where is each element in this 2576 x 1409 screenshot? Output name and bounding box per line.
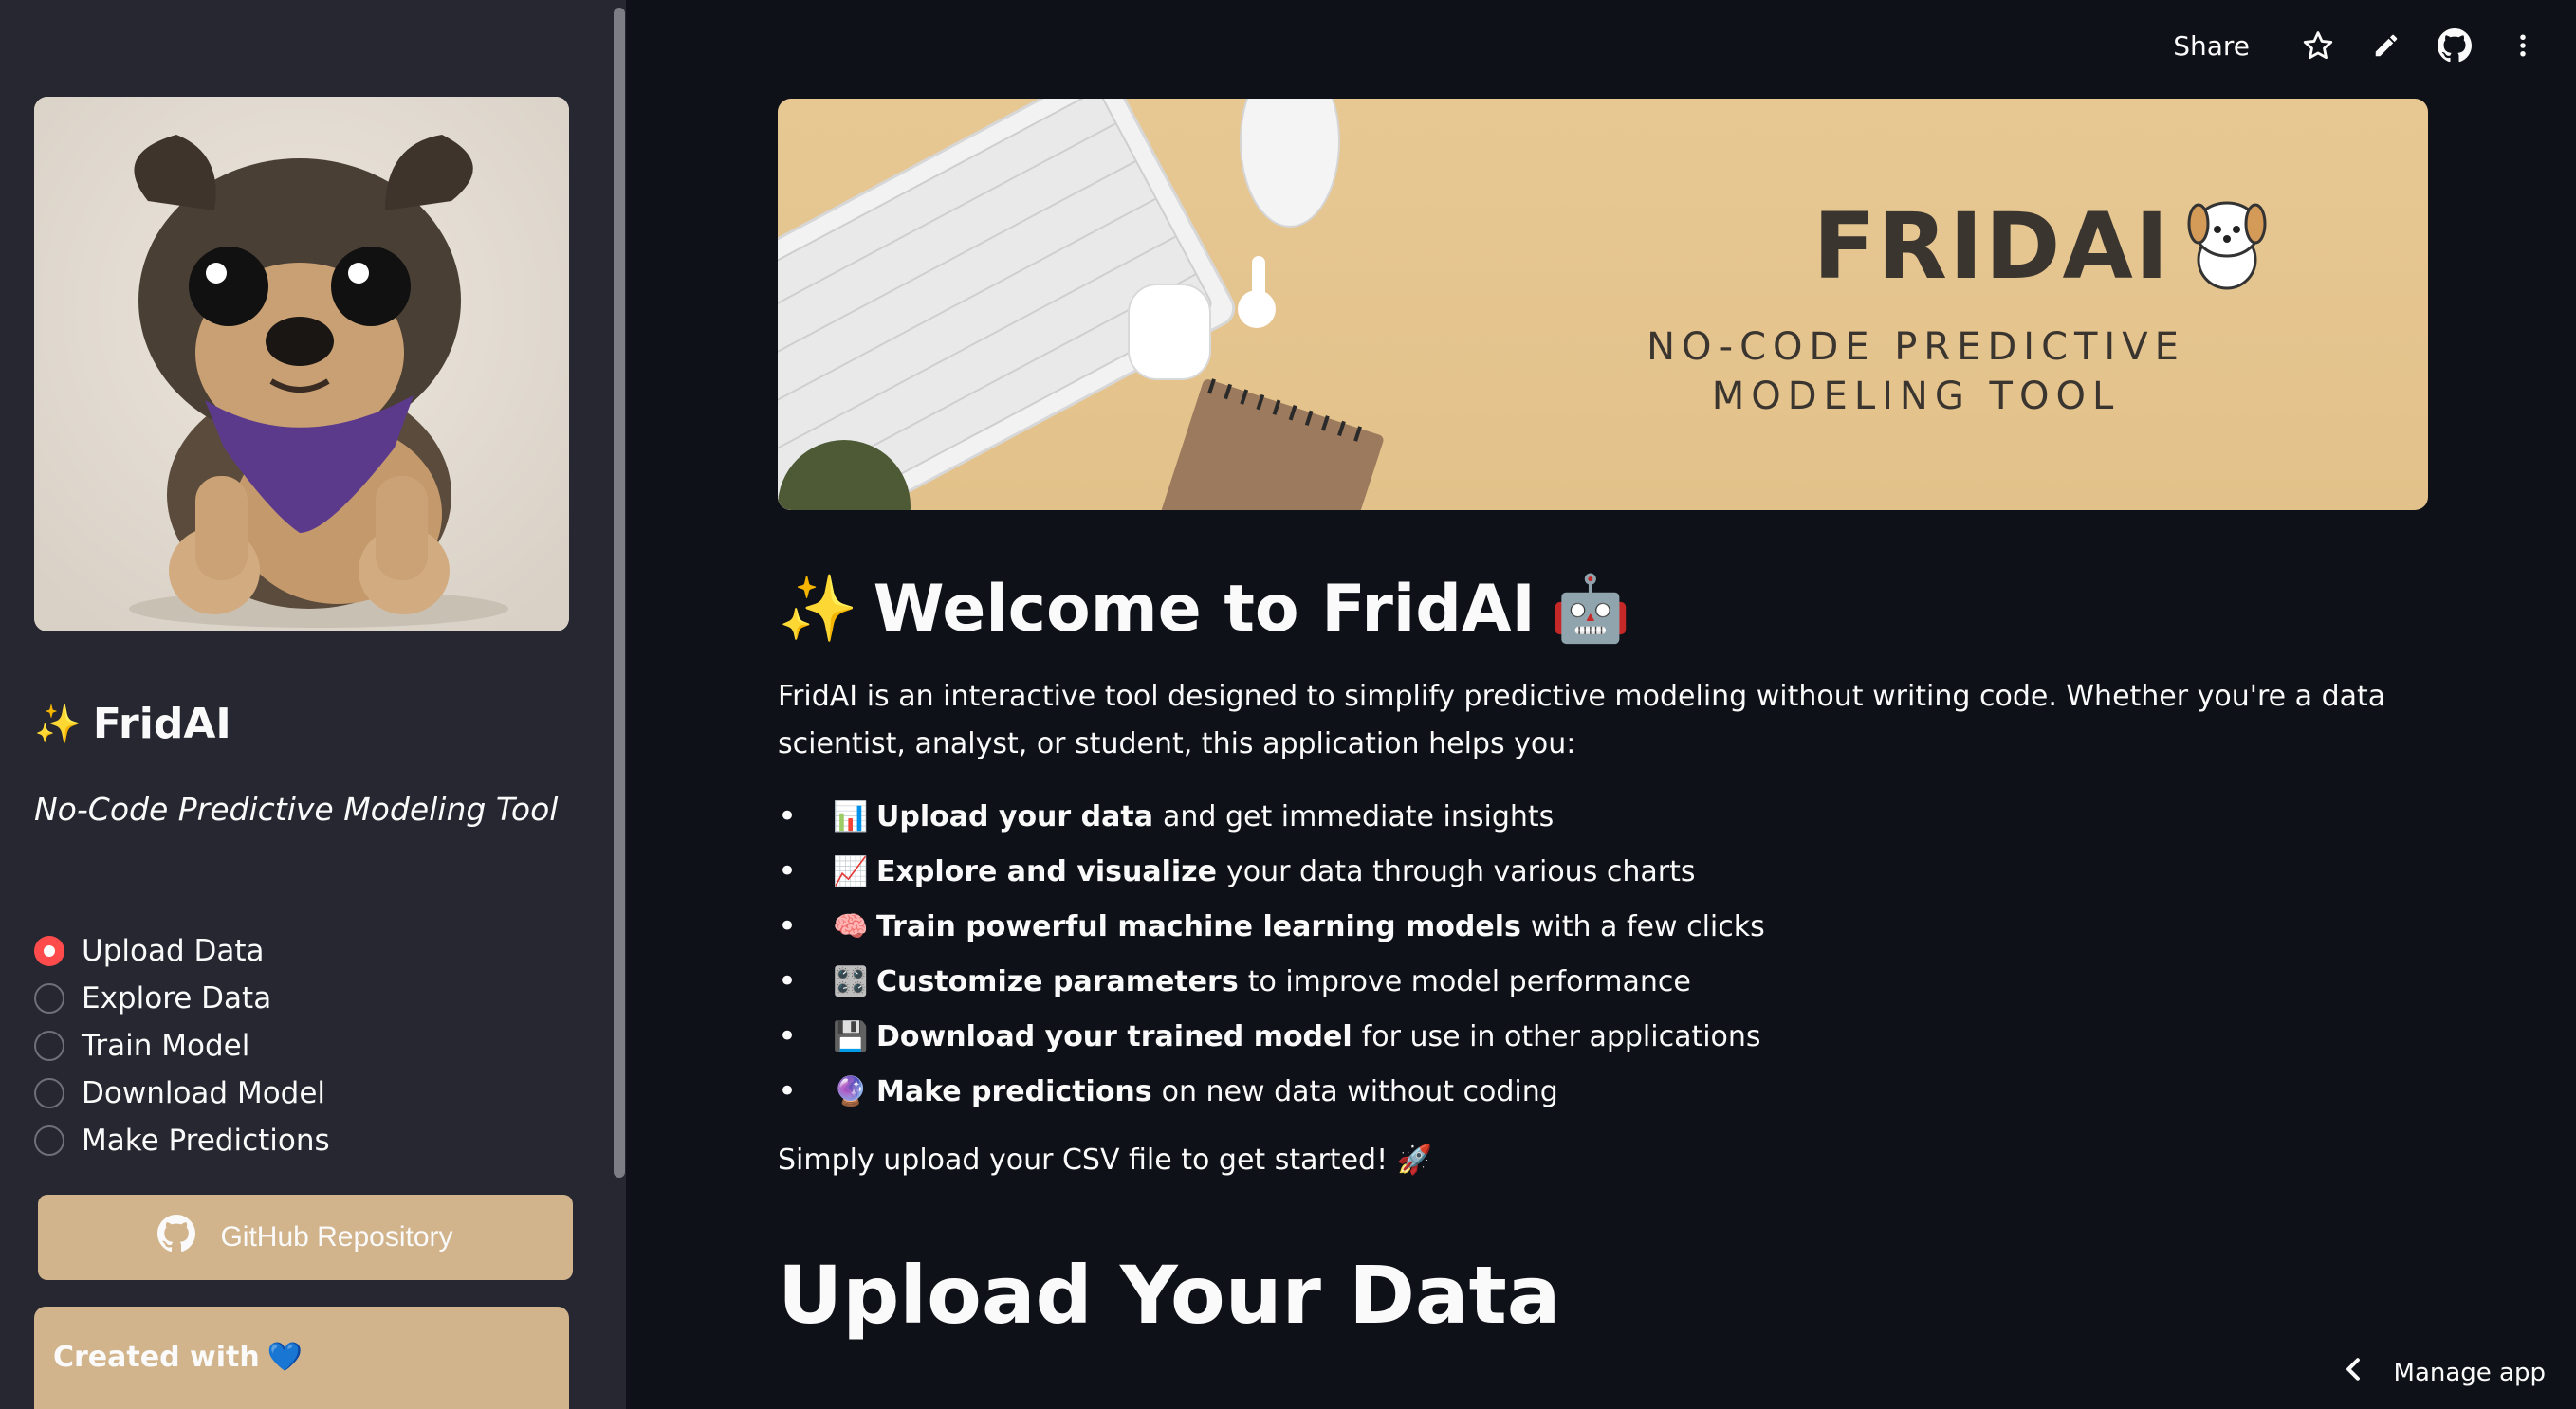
nav-radio-explore-data[interactable]: Explore Data (34, 975, 330, 1022)
feature-text: on new data without coding (1161, 1074, 1558, 1108)
feature-text: with a few clicks (1530, 909, 1765, 943)
brand-title-text: FridAI (92, 700, 231, 748)
nav-radio-upload-data[interactable]: Upload Data (34, 927, 330, 975)
chevron-left-icon (2343, 1357, 2364, 1388)
feature-bold: Upload your data (876, 799, 1153, 833)
list-item: 📊 Upload your data and get immediate ins… (778, 789, 2428, 844)
sidebar: ✨ FridAI No-Code Predictive Modeling Too… (0, 0, 626, 1409)
sidebar-scrollbar-thumb[interactable] (614, 8, 625, 1178)
banner-subtitle: NO-CODE PREDICTIVE MODELING TOOL (1647, 325, 2185, 418)
feature-text: to improve model performance (1247, 964, 1691, 998)
feature-text: your data through various charts (1226, 854, 1696, 888)
list-item: 💾 Download your trained model for use in… (778, 1009, 2428, 1064)
github-repository-button[interactable]: GitHub Repository (38, 1195, 573, 1280)
radio-selected-icon[interactable] (34, 936, 64, 966)
github-button-label: GitHub Repository (220, 1221, 453, 1253)
brain-icon: 🧠 (833, 909, 869, 943)
welcome-heading: ✨ Welcome to FridAI 🤖 (778, 571, 2428, 648)
line-chart-icon: 📈 (833, 854, 869, 888)
github-icon (157, 1215, 196, 1260)
sidebar-nav-radio-group: Upload Data Explore Data Train Model Dow… (34, 927, 330, 1164)
feature-text: and get immediate insights (1162, 799, 1555, 833)
banner-title: FRIDAI (1812, 193, 2171, 300)
feature-bold: Download your trained model (876, 1019, 1352, 1053)
feature-text: for use in other applications (1361, 1019, 1761, 1053)
feature-bold: Explore and visualize (876, 854, 1217, 888)
nav-label: Download Model (82, 1076, 326, 1110)
list-item: 🔮 Make predictions on new data without c… (778, 1064, 2428, 1119)
welcome-heading-text: Welcome to FridAI (873, 571, 1536, 647)
more-vert-icon[interactable] (2489, 11, 2557, 80)
star-icon[interactable] (2284, 11, 2352, 80)
created-with-text: Created with (53, 1341, 260, 1374)
robot-icon: 🤖 (1550, 572, 1631, 647)
github-icon[interactable] (2420, 11, 2489, 80)
feature-bold: Train powerful machine learning models (876, 909, 1521, 943)
dog-mascot-image (34, 97, 569, 631)
intro-paragraph: FridAI is an interactive tool designed t… (778, 680, 2386, 760)
manage-app-button[interactable]: Manage app (2343, 1357, 2546, 1388)
manage-app-label: Manage app (2393, 1358, 2546, 1387)
nav-radio-make-predictions[interactable]: Make Predictions (34, 1117, 330, 1164)
sparkles-icon: ✨ (778, 572, 858, 647)
radio-unselected-icon[interactable] (34, 1125, 64, 1156)
app-root: ✨ FridAI No-Code Predictive Modeling Too… (0, 0, 2576, 1409)
share-button[interactable]: Share (2173, 30, 2250, 62)
nav-label: Upload Data (82, 934, 265, 968)
control-knobs-icon: 🎛️ (833, 964, 869, 998)
list-item: 📈 Explore and visualize your data throug… (778, 844, 2428, 899)
nav-label: Explore Data (82, 981, 272, 1016)
feature-bold: Customize parameters (876, 964, 1239, 998)
created-with-card: Created with 💙 (34, 1307, 569, 1409)
floppy-disk-icon: 💾 (833, 1019, 869, 1053)
blue-heart-icon: 💙 (267, 1341, 304, 1374)
nav-radio-train-model[interactable]: Train Model (34, 1022, 330, 1070)
main-content: FRIDAI NO-CODE PREDICTIVE MODELING TOOL … (778, 99, 2428, 1342)
crystal-ball-icon: 🔮 (833, 1074, 869, 1108)
upload-your-data-heading: Upload Your Data (778, 1249, 1561, 1342)
radio-unselected-icon[interactable] (34, 1031, 64, 1061)
radio-unselected-icon[interactable] (34, 1078, 64, 1108)
sidebar-brand-title: ✨ FridAI (34, 700, 231, 748)
radio-unselected-icon[interactable] (34, 983, 64, 1014)
nav-radio-download-model[interactable]: Download Model (34, 1070, 330, 1117)
fridai-banner-image: FRIDAI NO-CODE PREDICTIVE MODELING TOOL (778, 99, 2428, 510)
get-started-text: Simply upload your CSV file to get start… (778, 1144, 1432, 1177)
feature-list: 📊 Upload your data and get immediate ins… (778, 789, 2428, 1119)
nav-label: Make Predictions (82, 1124, 330, 1158)
list-item: 🎛️ Customize parameters to improve model… (778, 954, 2428, 1009)
feature-bold: Make predictions (876, 1074, 1152, 1108)
nav-label: Train Model (82, 1029, 250, 1063)
sparkles-icon: ✨ (34, 703, 82, 746)
top-toolbar: Share (2102, 0, 2576, 91)
list-item: 🧠 Train powerful machine learning models… (778, 899, 2428, 954)
sidebar-brand-subtitle: No-Code Predictive Modeling Tool (34, 791, 559, 828)
pencil-icon[interactable] (2352, 11, 2420, 80)
bar-chart-icon: 📊 (833, 799, 869, 833)
